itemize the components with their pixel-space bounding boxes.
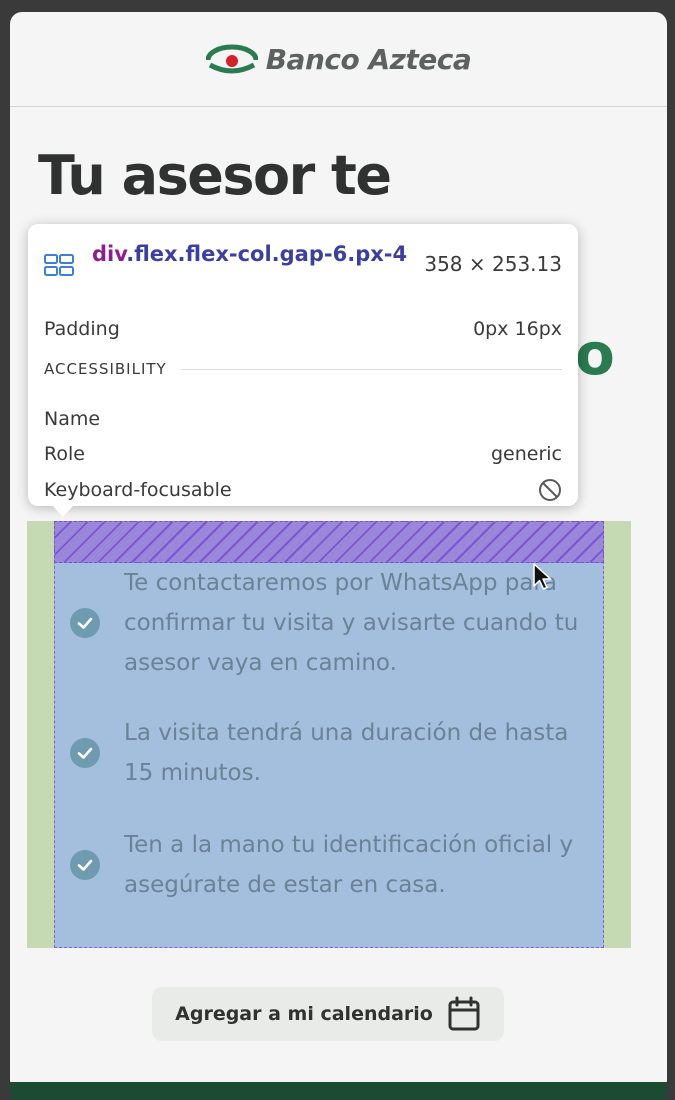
accessibility-section-header: ACCESSIBILITY <box>44 360 562 378</box>
bottom-bar <box>10 1082 667 1100</box>
padding-value: 0px 16px <box>473 318 562 340</box>
brand-name: Banco Azteca <box>265 42 472 76</box>
list-item-text: Te contactaremos por WhatsApp para confi… <box>124 570 579 676</box>
role-value: generic <box>490 443 562 465</box>
mouse-cursor-icon <box>533 563 552 590</box>
check-circle-icon <box>70 608 100 638</box>
gap-highlight <box>54 521 604 563</box>
padding-row: Padding 0px 16px <box>44 318 562 340</box>
not-allowed-icon <box>539 479 561 501</box>
banco-azteca-logo-icon <box>205 44 258 75</box>
header: Banco Azteca <box>10 12 667 107</box>
list-item-text: La visita tendrá una duración de hasta 1… <box>124 720 569 786</box>
element-tag: div <box>92 242 127 266</box>
padding-highlight-left <box>27 521 54 948</box>
page-title-overflow: o <box>575 320 615 388</box>
flex-container-icon <box>44 254 74 276</box>
tooltip-arrow <box>52 505 74 517</box>
check-circle-icon <box>70 738 100 768</box>
element-selector: div.flex.flex-col.gap-6.px-4 <box>92 240 412 268</box>
list-item-text: Ten a la mano tu identificación oficial … <box>124 832 574 898</box>
element-size: 358 × 253.13 <box>424 252 562 276</box>
devtools-inspect-tooltip: div.flex.flex-col.gap-6.px-4 358 × 253.1… <box>28 224 578 506</box>
list-item: Te contactaremos por WhatsApp para confi… <box>54 563 604 683</box>
focusable-label: Keyboard-focusable <box>44 479 232 501</box>
element-classes: .flex.flex-col.gap-6.px-4 <box>126 242 408 266</box>
page-title: Tu asesor te <box>38 144 392 207</box>
focusable-row: Keyboard-focusable <box>44 478 562 502</box>
section-divider <box>180 368 562 370</box>
role-row: Role generic <box>44 443 562 465</box>
name-row: Name <box>44 408 562 430</box>
accessibility-heading: ACCESSIBILITY <box>44 360 167 378</box>
role-label: Role <box>44 443 85 465</box>
add-to-calendar-button[interactable]: Agregar a mi calendario <box>152 987 504 1041</box>
check-circle-icon <box>70 850 100 880</box>
list-item: Ten a la mano tu identificación oficial … <box>54 825 604 905</box>
calendar-icon <box>448 996 480 1031</box>
add-to-calendar-label: Agregar a mi calendario <box>175 1003 433 1025</box>
list-item: La visita tendrá una duración de hasta 1… <box>54 713 604 793</box>
name-label: Name <box>44 408 101 430</box>
padding-highlight-right <box>604 521 631 948</box>
padding-label: Padding <box>44 318 120 340</box>
